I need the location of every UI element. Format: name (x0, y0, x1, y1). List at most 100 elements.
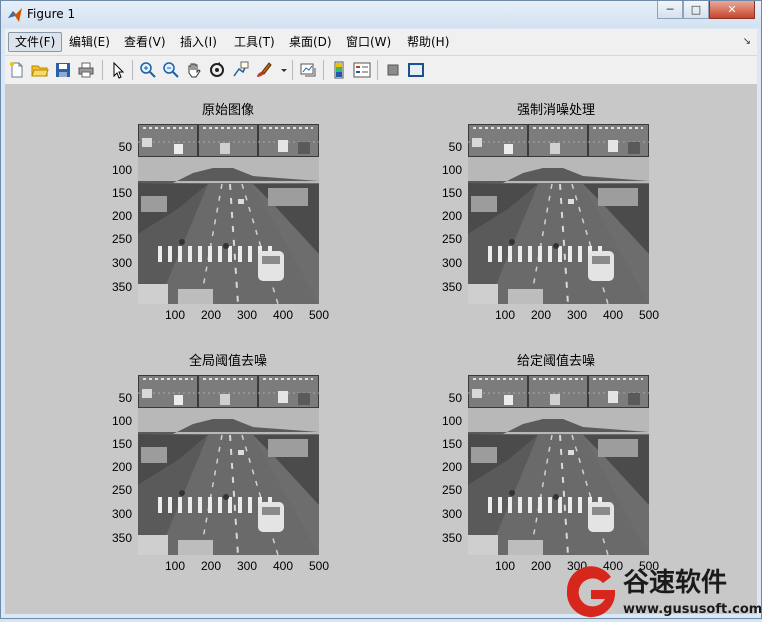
legend-icon[interactable] (353, 61, 371, 79)
ytick: 200 (111, 460, 132, 474)
xtick: 100 (494, 308, 516, 322)
ytick: 150 (441, 437, 462, 451)
xtick: 100 (164, 308, 186, 322)
axes-forced-denoise[interactable] (468, 124, 649, 304)
image-given-threshold (468, 375, 649, 555)
ytick: 300 (111, 507, 132, 521)
ytick: 250 (441, 483, 462, 497)
watermark-brand: 谷速软件 (623, 568, 727, 598)
ytick: 50 (448, 140, 462, 154)
ytick: 200 (441, 460, 462, 474)
save-icon[interactable] (54, 61, 72, 79)
ytick: 150 (441, 186, 462, 200)
menu-bar: 文件(F) 编辑(E) 查看(V) 插入(I) 工具(T) 桌面(D) 窗口(W… (5, 29, 757, 56)
ytick: 250 (441, 232, 462, 246)
menu-window[interactable]: 窗口(W) (340, 32, 397, 52)
ytick: 100 (111, 163, 132, 177)
close-button[interactable]: ✕ (709, 1, 755, 19)
xtick: 400 (272, 308, 294, 322)
image-original (138, 124, 319, 304)
xtick: 300 (236, 308, 258, 322)
ytick: 200 (111, 209, 132, 223)
select-arrow-icon[interactable] (109, 61, 127, 79)
plot-title-given-threshold: 给定阈值去噪 (516, 354, 595, 369)
xtick: 100 (164, 559, 186, 573)
axes-global-threshold[interactable] (138, 375, 319, 555)
print-icon[interactable] (77, 61, 95, 79)
colorbar-icon[interactable] (330, 61, 348, 79)
ytick: 50 (448, 391, 462, 405)
xtick: 200 (530, 559, 552, 573)
ytick: 350 (111, 531, 132, 545)
ytick: 300 (441, 256, 462, 270)
figure-window: Figure 1 ─ □ ✕ 文件(F) 编辑(E) 查看(V) 插入(I) 工… (0, 0, 762, 619)
ytick: 350 (441, 531, 462, 545)
xtick: 400 (602, 308, 624, 322)
axes-given-threshold[interactable] (468, 375, 649, 555)
figure-canvas: 原始图像 50 100 150 200 250 300 350 100 200 … (5, 85, 757, 614)
ytick: 150 (111, 186, 132, 200)
ytick: 300 (111, 256, 132, 270)
show-tools-icon[interactable] (407, 61, 425, 79)
minimize-icon: ─ (666, 3, 674, 16)
ytick: 350 (441, 280, 462, 294)
axes-original[interactable] (138, 124, 319, 304)
window-title: Figure 1 (27, 7, 76, 21)
menu-dock-arrow-icon[interactable]: ↘ (743, 36, 751, 47)
watermark-url: www.gususoft.com (623, 602, 761, 617)
brush-icon[interactable] (254, 61, 272, 79)
zoom-out-icon[interactable] (162, 61, 180, 79)
menu-insert[interactable]: 插入(I) (174, 32, 223, 52)
maximize-icon: □ (690, 3, 702, 16)
plot-title-forced-denoise: 强制消噪处理 (516, 103, 595, 118)
maximize-button[interactable]: □ (683, 1, 709, 19)
gususoft-logo-icon: 谷速软件 www.gususoft.com (566, 566, 762, 618)
plot-title-original: 原始图像 (201, 103, 254, 118)
menu-edit[interactable]: 编辑(E) (63, 32, 116, 52)
ytick: 100 (441, 163, 462, 177)
xtick: 500 (308, 308, 330, 322)
plot-title-global-threshold: 全局阈值去噪 (188, 354, 267, 369)
image-global-threshold (138, 375, 319, 555)
ytick: 300 (441, 507, 462, 521)
xtick: 300 (566, 308, 588, 322)
ytick: 250 (111, 483, 132, 497)
minimize-button[interactable]: ─ (657, 1, 683, 19)
ytick: 100 (441, 414, 462, 428)
ytick: 50 (118, 391, 132, 405)
matlab-icon (8, 8, 22, 22)
xtick: 400 (272, 559, 294, 573)
ytick: 150 (111, 437, 132, 451)
xtick: 500 (638, 308, 660, 322)
ytick: 50 (118, 140, 132, 154)
menu-view[interactable]: 查看(V) (118, 32, 172, 52)
xtick: 100 (494, 559, 516, 573)
xtick: 200 (200, 308, 222, 322)
rotate-3d-icon[interactable] (208, 61, 226, 79)
ytick: 250 (111, 232, 132, 246)
link-plot-icon[interactable] (299, 61, 317, 79)
watermark-logo: 谷速软件 www.gususoft.com (561, 561, 762, 619)
zoom-in-icon[interactable] (139, 61, 157, 79)
image-forced-denoise (468, 124, 649, 304)
ytick: 200 (441, 209, 462, 223)
open-folder-icon[interactable] (31, 61, 49, 79)
xtick: 500 (308, 559, 330, 573)
menu-desktop[interactable]: 桌面(D) (283, 32, 338, 52)
data-cursor-icon[interactable] (231, 61, 249, 79)
hide-tools-icon[interactable] (384, 61, 402, 79)
menu-tools[interactable]: 工具(T) (228, 32, 281, 52)
menu-help[interactable]: 帮助(H) (401, 32, 455, 52)
xtick: 200 (530, 308, 552, 322)
ytick: 100 (111, 414, 132, 428)
menu-file[interactable]: 文件(F) (8, 32, 63, 52)
xtick: 200 (200, 559, 222, 573)
brush-dropdown-icon[interactable] (275, 61, 287, 79)
new-file-icon[interactable] (8, 61, 26, 79)
title-bar[interactable]: Figure 1 ─ □ ✕ (1, 1, 761, 28)
pan-hand-icon[interactable] (185, 61, 203, 79)
close-icon: ✕ (727, 3, 737, 16)
xtick: 300 (236, 559, 258, 573)
ytick: 350 (111, 280, 132, 294)
tool-bar (5, 56, 757, 85)
